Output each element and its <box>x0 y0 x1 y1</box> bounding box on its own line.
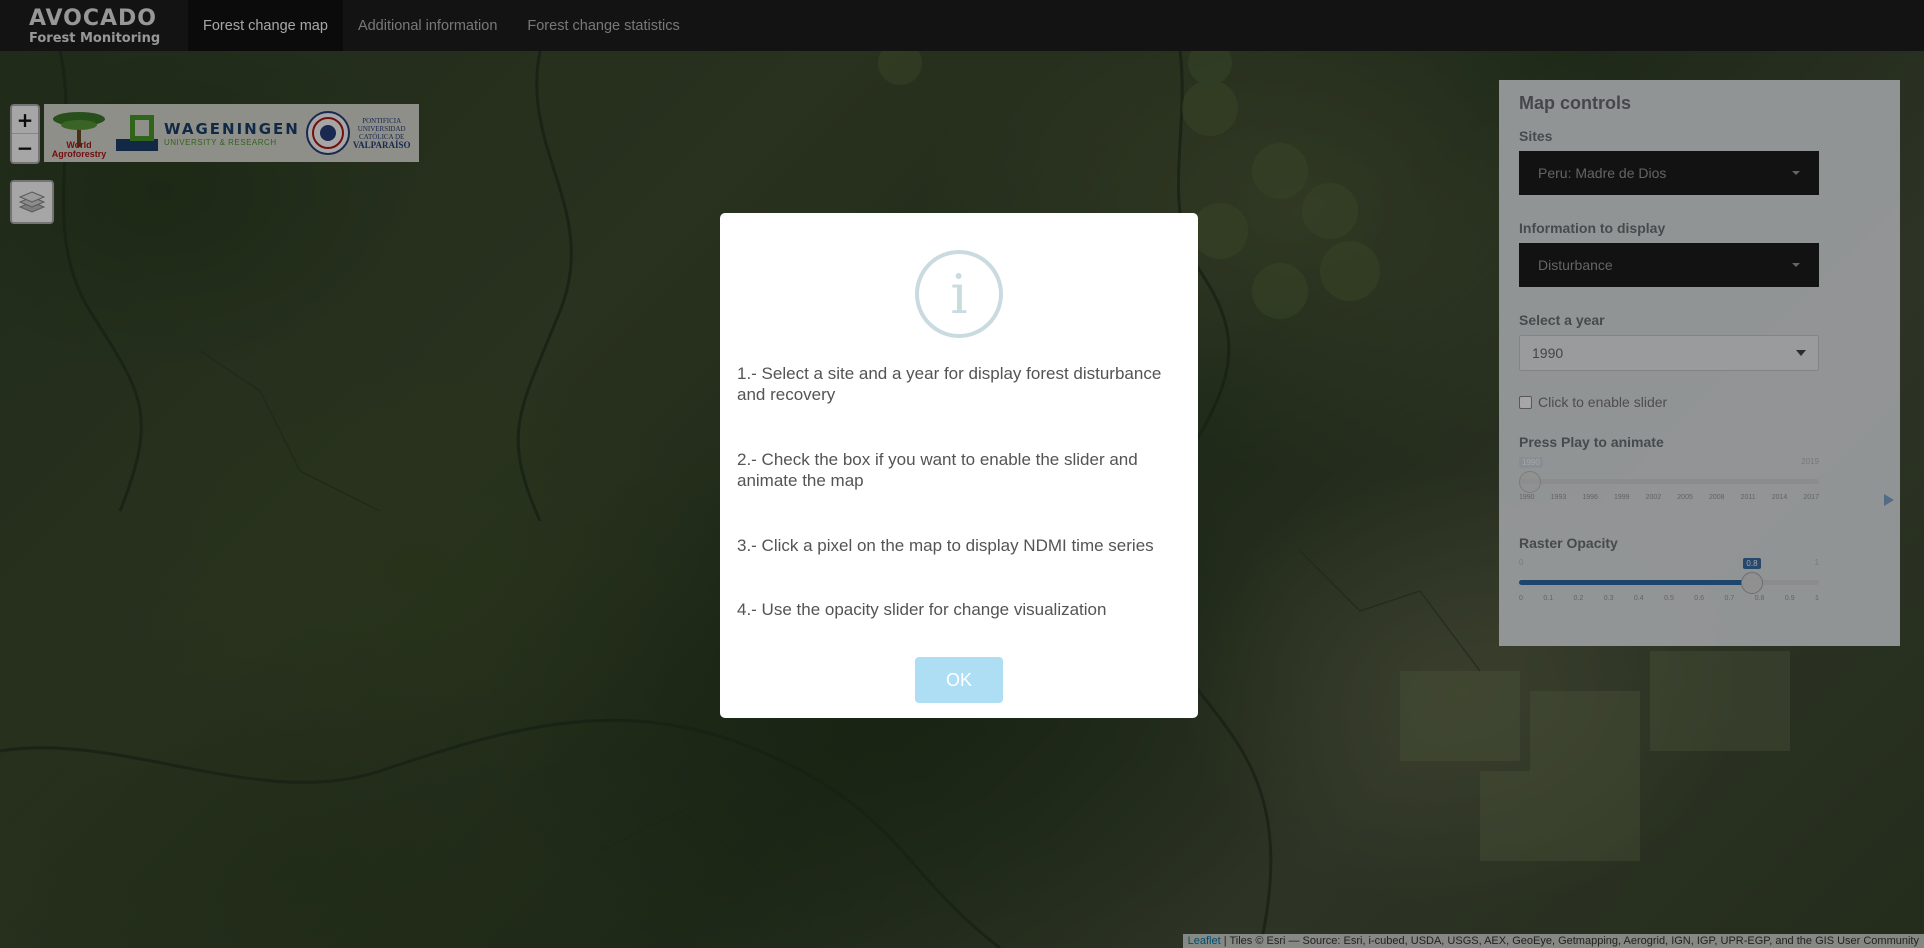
instruction-step-3: 3.- Click a pixel on the map to display … <box>737 536 1154 555</box>
instruction-step-4: 4.- Use the opacity slider for change vi… <box>737 600 1107 619</box>
instruction-step-1: 1.- Select a site and a year for display… <box>737 364 1162 404</box>
ok-button[interactable]: OK <box>915 657 1003 703</box>
instructions-dialog: i 1.- Select a site and a year for displ… <box>720 213 1198 718</box>
instruction-step-2: 2.- Check the box if you want to enable … <box>737 450 1138 490</box>
info-icon: i <box>915 250 1003 338</box>
